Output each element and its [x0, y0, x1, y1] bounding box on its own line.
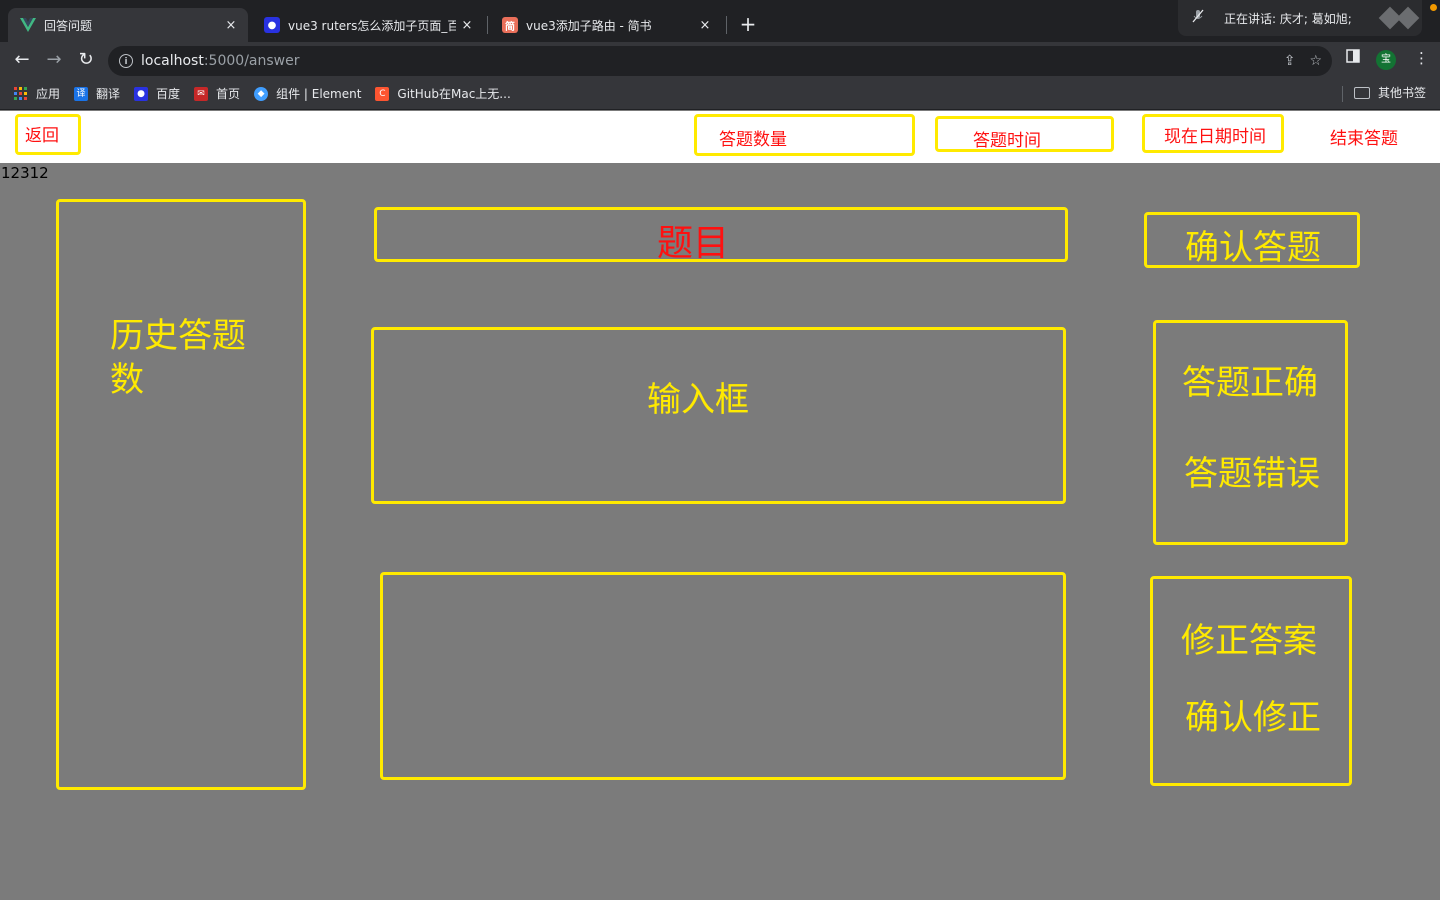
- new-tab-button[interactable]: +: [736, 12, 760, 36]
- tab-title: 回答问题: [44, 18, 93, 33]
- confirm-answer-button[interactable]: 确认答题: [1144, 212, 1360, 268]
- menu-kebab-icon[interactable]: ⋮: [1414, 49, 1429, 67]
- confirm-answer-label: 确认答题: [1185, 228, 1321, 268]
- bookmark-label: GitHub在Mac上无...: [397, 87, 511, 101]
- bookmark-apps[interactable]: 应用: [14, 85, 60, 102]
- confirm-fix-button[interactable]: 确认修正: [1185, 690, 1321, 739]
- question-box: 题目: [374, 207, 1068, 264]
- element-icon: ◆: [254, 86, 269, 101]
- bookmark-label: 应用: [36, 87, 61, 101]
- tab-baidu[interactable]: ● vue3 ruters怎么添加子页面_百度 ×: [252, 8, 484, 42]
- end-answering-button[interactable]: 结束答题: [1330, 124, 1398, 149]
- close-icon[interactable]: ×: [456, 18, 478, 33]
- tab-answer[interactable]: 回答问题 ×: [8, 8, 248, 42]
- fix-answer-button[interactable]: 修正答案: [1181, 613, 1317, 662]
- forward-arrow-icon[interactable]: →: [42, 48, 66, 72]
- input-box-label: 输入框: [647, 380, 749, 420]
- baidu-paw-icon: ●: [264, 17, 280, 33]
- answer-input[interactable]: 输入框: [371, 327, 1066, 504]
- current-datetime-label: 现在日期时间: [1164, 127, 1266, 147]
- share-icon[interactable]: ⇪: [1284, 53, 1296, 69]
- site-info-icon[interactable]: i: [119, 54, 133, 68]
- folder-icon: [1354, 86, 1370, 99]
- tab-jianshu[interactable]: 简 vue3添加子路由 - 简书 ×: [490, 8, 722, 42]
- result-panel: 答题正确 答题错误: [1153, 320, 1348, 545]
- other-bookmarks[interactable]: 其他书签: [1354, 84, 1426, 101]
- bookmarks-bar: 应用 译 翻译 ● 百度 ✉ 首页 ◆ 组件 | Element C GitHu…: [0, 78, 1440, 110]
- tab-title: vue3 ruters怎么添加子页面_百度: [288, 18, 456, 33]
- csdn-icon: C: [375, 86, 390, 101]
- bookmark-label: 百度: [156, 87, 181, 101]
- site-icon: ✉: [194, 86, 209, 101]
- meeting-speakers: 正在讲话: 庆才; 葛如旭;: [1224, 11, 1352, 26]
- other-bookmarks-label: 其他书签: [1378, 86, 1427, 100]
- current-datetime-box: 现在日期时间: [1142, 114, 1284, 153]
- history-panel: 历史答题数: [56, 199, 306, 790]
- reload-icon[interactable]: ↻: [74, 48, 98, 72]
- bookmark-home[interactable]: ✉ 首页: [194, 85, 240, 102]
- tab-divider: [487, 16, 488, 34]
- bookmark-translate[interactable]: 译 翻译: [74, 85, 120, 102]
- back-arrow-icon[interactable]: ←: [10, 48, 34, 72]
- participant-avatars: [1378, 6, 1420, 30]
- address-bar[interactable]: i localhost:5000/answer ⇪ ☆: [108, 46, 1332, 76]
- correction-input[interactable]: [380, 572, 1066, 780]
- mic-muted-icon: [1188, 9, 1208, 27]
- jianshu-icon: 简: [502, 17, 518, 33]
- close-icon[interactable]: ×: [694, 18, 716, 33]
- bookmark-label: 组件 | Element: [276, 87, 362, 101]
- answer-correct-label: 答题正确: [1182, 363, 1318, 403]
- notification-dot-icon: [1430, 4, 1437, 11]
- back-label: 返回: [25, 126, 59, 146]
- url-host: localhost: [141, 53, 204, 69]
- question-count-label: 答题数量: [719, 130, 787, 150]
- tab-title: vue3添加子路由 - 简书: [526, 18, 652, 33]
- bookmark-star-icon[interactable]: ☆: [1309, 53, 1322, 69]
- translate-icon: 译: [74, 86, 89, 101]
- baidu-paw-icon: ●: [134, 86, 149, 101]
- apps-grid-icon: [14, 86, 28, 101]
- question-label: 题目: [657, 223, 730, 264]
- debug-text: 12312: [1, 164, 49, 182]
- close-icon[interactable]: ×: [220, 18, 242, 33]
- bookmark-csdn[interactable]: C GitHub在Mac上无...: [375, 85, 511, 102]
- history-count-label: 历史答题数: [110, 316, 246, 400]
- back-button[interactable]: 返回: [15, 114, 81, 155]
- correction-panel: 修正答案 确认修正: [1150, 576, 1352, 786]
- url-path: :5000/answer: [203, 53, 300, 69]
- answer-wrong-label: 答题错误: [1184, 454, 1320, 494]
- answer-time-box: 答题时间: [935, 116, 1114, 152]
- bookmark-baidu[interactable]: ● 百度: [134, 85, 180, 102]
- answer-time-label: 答题时间: [973, 131, 1041, 151]
- tab-divider: [726, 16, 727, 34]
- bookmark-label: 首页: [216, 87, 241, 101]
- meeting-indicator[interactable]: 正在讲话: 庆才; 葛如旭;: [1178, 0, 1422, 36]
- question-count-box: 答题数量: [694, 114, 915, 156]
- bookmark-element[interactable]: ◆ 组件 | Element: [254, 85, 361, 102]
- vue-logo-icon: [20, 17, 36, 33]
- side-panel-icon[interactable]: [1346, 49, 1360, 67]
- profile-avatar[interactable]: 宝: [1376, 50, 1396, 70]
- bookmark-label: 翻译: [96, 87, 121, 101]
- bookmarks-divider: [1342, 86, 1343, 102]
